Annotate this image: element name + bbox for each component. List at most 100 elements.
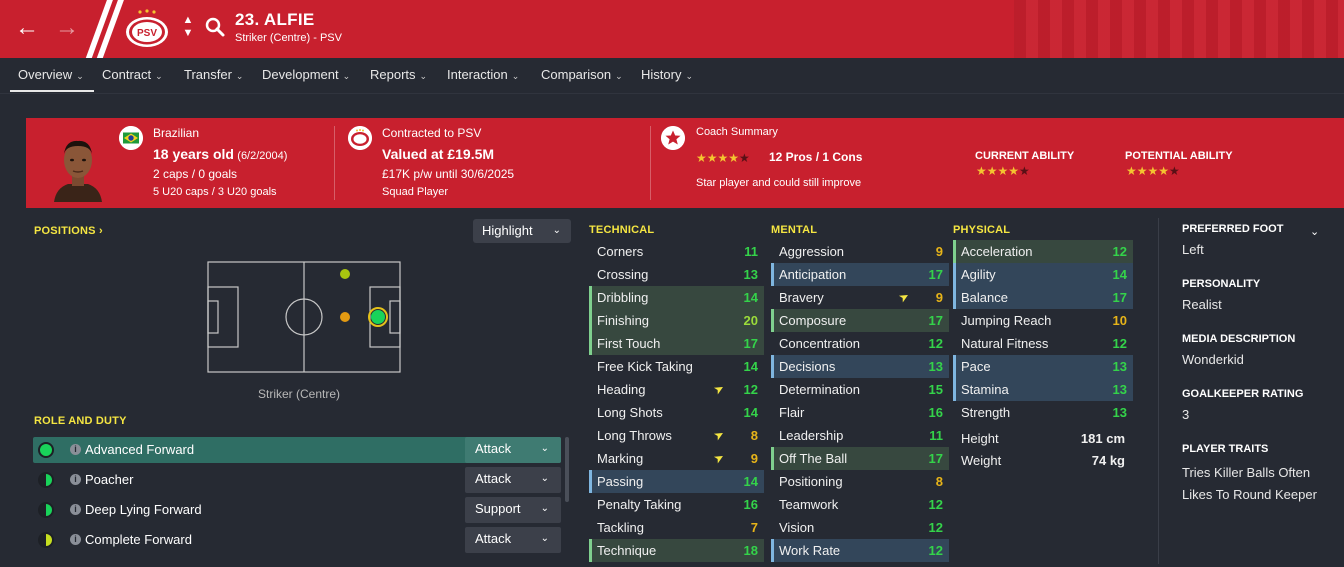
attr-row-key[interactable]: Agility 14 — [953, 263, 1133, 286]
attr-row[interactable]: Marking ➤ 9 — [589, 447, 764, 470]
attr-row-key[interactable]: Anticipation 17 — [771, 263, 949, 286]
attr-row[interactable]: Flair 16 — [771, 401, 949, 424]
chevron-down-icon: ⌄ — [540, 503, 549, 514]
svg-text:PSV: PSV — [137, 28, 157, 39]
tab-reports[interactable]: Reports ⌄ — [370, 58, 427, 92]
coach-summary-stars: ★★★★★ — [696, 151, 750, 165]
international-caps[interactable]: 2 caps / 0 goals — [153, 167, 237, 181]
forward-arrow-icon[interactable]: → — [52, 13, 82, 43]
attr-row-key[interactable]: Finishing 20 — [589, 309, 764, 332]
attr-row-key[interactable]: Work Rate 12 — [771, 539, 949, 562]
technical-title: TECHNICAL — [589, 224, 655, 236]
attr-row[interactable]: Free Kick Taking 14 — [589, 355, 764, 378]
info-icon[interactable]: i — [70, 534, 81, 545]
chevron-down-icon: ⌄ — [540, 443, 549, 454]
player-photo[interactable] — [50, 132, 106, 202]
attr-row[interactable]: Leadership 11 — [771, 424, 949, 447]
role-suitability-icon — [38, 472, 54, 488]
chevron-down-icon: ⌄ — [615, 71, 623, 81]
attr-row[interactable]: Long Shots 14 — [589, 401, 764, 424]
role-row-deep-lying-forward[interactable]: i Deep Lying Forward Support ⌄ — [33, 497, 561, 523]
attr-row[interactable]: Concentration 12 — [771, 332, 949, 355]
tab-bar: Overview ⌄ Contract ⌄ Transfer ⌄ Developmen… — [0, 58, 1344, 94]
attr-row[interactable]: Tackling 7 — [589, 516, 764, 539]
attr-row-key[interactable]: Passing 14 — [589, 470, 764, 493]
attr-row[interactable]: Positioning 8 — [771, 470, 949, 493]
position-caption: Striker (Centre) — [258, 387, 341, 401]
attr-row[interactable]: Vision 12 — [771, 516, 949, 539]
player-trait[interactable]: Tries Killer Balls Often — [1182, 465, 1310, 480]
role-row-complete-forward[interactable]: i Complete Forward Attack ⌄ — [33, 527, 561, 553]
chevron-down-icon: ⌄ — [76, 71, 84, 81]
date-of-birth: (6/2/2004) — [237, 150, 288, 162]
attr-row[interactable]: Bravery ➤ 9 — [771, 286, 949, 309]
tab-comparison[interactable]: Comparison ⌄ — [541, 58, 623, 92]
attr-row[interactable]: Strength 13 — [953, 401, 1133, 424]
attr-row[interactable]: Corners 11 — [589, 240, 764, 263]
personality-label: PERSONALITY — [1182, 278, 1261, 290]
technical-attributes: Corners 11 Crossing 13 Dribbling 14 Finishi… — [589, 240, 764, 562]
attr-row-key[interactable]: Pace 13 — [953, 355, 1133, 378]
tab-transfer[interactable]: Transfer ⌄ — [184, 58, 243, 92]
tab-contract[interactable]: Contract ⌄ — [102, 58, 163, 92]
attr-row-key[interactable]: Stamina 13 — [953, 378, 1133, 401]
contract-club: Contracted to PSV — [382, 126, 482, 140]
chevron-down-icon: ⌄ — [540, 473, 549, 484]
duty-dropdown[interactable]: Attack ⌄ — [465, 467, 561, 493]
goalkeeper-rating-label: GOALKEEPER RATING — [1182, 388, 1304, 400]
attr-row-key[interactable]: Decisions 13 — [771, 355, 949, 378]
coach-star-icon — [661, 126, 685, 150]
player-switch-chevrons-icon[interactable]: ▲ ▼ — [181, 14, 195, 42]
role-list-scrollbar[interactable] — [565, 437, 569, 502]
info-icon[interactable]: i — [70, 504, 81, 515]
info-icon[interactable]: i — [70, 474, 81, 485]
attr-row-key[interactable]: Acceleration 12 — [953, 240, 1133, 263]
attr-row-key[interactable]: Off The Ball 17 — [771, 447, 949, 470]
tab-history[interactable]: History ⌄ — [641, 58, 693, 92]
chevron-down-icon[interactable]: ⌄ — [1310, 225, 1319, 238]
coach-summary-title: Coach Summary — [696, 126, 778, 138]
role-name: Advanced Forward — [85, 442, 195, 457]
attr-row[interactable]: Teamwork 12 — [771, 493, 949, 516]
back-arrow-icon[interactable]: ← — [12, 13, 42, 43]
chevron-down-icon: ⌄ — [235, 71, 244, 81]
info-icon[interactable]: i — [70, 444, 81, 455]
trend-arrow-icon: ➤ — [711, 380, 727, 398]
attr-row-key[interactable]: First Touch 17 — [589, 332, 764, 355]
positions-title[interactable]: POSITIONS › — [34, 225, 103, 237]
attr-row[interactable]: Crossing 13 — [589, 263, 764, 286]
tab-overview[interactable]: Overview ⌄ — [10, 58, 94, 92]
attr-row[interactable]: Heading ➤ 12 — [589, 378, 764, 401]
duty-dropdown[interactable]: Attack ⌄ — [465, 437, 561, 463]
physical-attributes: Acceleration 12 Agility 14 Balance 17 Jumpi… — [953, 240, 1133, 424]
physical-title: PHYSICAL — [953, 224, 1011, 236]
attr-row-key[interactable]: Composure 17 — [771, 309, 949, 332]
position-dot-left-forward — [340, 269, 350, 279]
wage-contract: £17K p/w until 30/6/2025 — [382, 167, 515, 181]
role-row-advanced-forward[interactable]: i Advanced Forward Attack ⌄ — [33, 437, 561, 463]
attr-row-key[interactable]: Dribbling 14 — [589, 286, 764, 309]
pros-cons[interactable]: 12 Pros / 1 Cons — [769, 150, 862, 164]
attr-row[interactable]: Natural Fitness 12 — [953, 332, 1133, 355]
attr-row[interactable]: Determination 15 — [771, 378, 949, 401]
weight-label: Weight — [961, 453, 1002, 468]
tab-development[interactable]: Development ⌄ — [262, 58, 350, 92]
trend-arrow-icon: ➤ — [711, 426, 727, 444]
highlight-dropdown[interactable]: Highlight ⌄ — [473, 219, 571, 243]
attr-row[interactable]: Long Throws ➤ 8 — [589, 424, 764, 447]
attr-row[interactable]: Penalty Taking 16 — [589, 493, 764, 516]
tab-interaction[interactable]: Interaction ⌄ — [447, 58, 519, 92]
duty-dropdown[interactable]: Attack ⌄ — [465, 527, 561, 553]
attr-row-key[interactable]: Balance 17 — [953, 286, 1133, 309]
club-badge-icon[interactable]: PSV — [124, 9, 170, 49]
search-icon[interactable] — [204, 16, 226, 38]
attr-row-key[interactable]: Technique 18 — [589, 539, 764, 562]
duty-dropdown[interactable]: Support ⌄ — [465, 497, 561, 523]
player-trait[interactable]: Likes To Round Keeper — [1182, 487, 1317, 502]
chevron-down-icon: ⌄ — [552, 225, 561, 236]
attr-row[interactable]: Aggression 9 — [771, 240, 949, 263]
goalkeeper-rating-value: 3 — [1182, 407, 1190, 422]
role-suitability-icon — [38, 442, 54, 458]
attr-row[interactable]: Jumping Reach 10 — [953, 309, 1133, 332]
role-row-poacher[interactable]: i Poacher Attack ⌄ — [33, 467, 561, 493]
